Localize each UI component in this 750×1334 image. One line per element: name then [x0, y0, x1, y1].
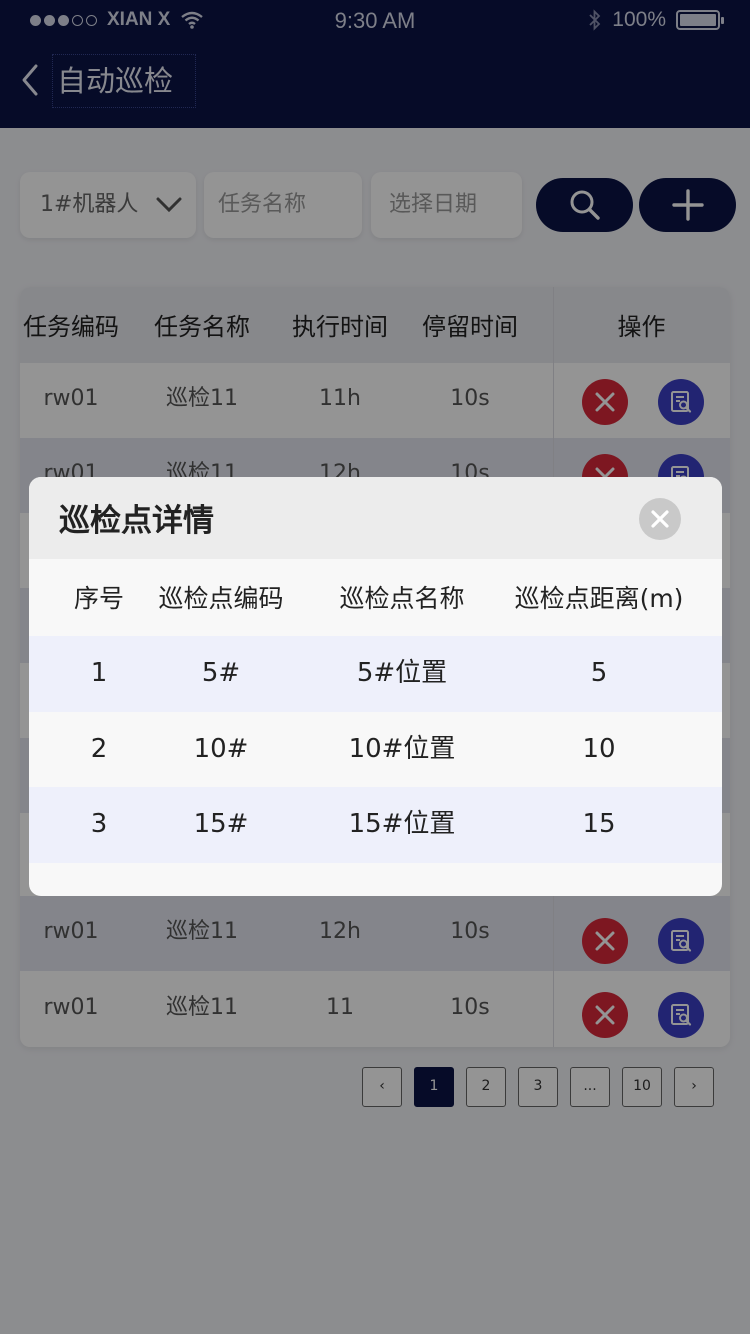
modal-close-button[interactable]: [639, 498, 681, 540]
close-icon: [651, 510, 669, 528]
table-row: 3 15# 15#位置 15: [29, 787, 722, 863]
table-row: 2 10# 10#位置 10: [29, 712, 722, 788]
cell-index: 2: [90, 734, 108, 764]
cell-checkpoint-name: 10#位置: [348, 734, 456, 764]
modal-table-header: 序号 巡检点编码 巡检点名称 巡检点距离(m): [29, 559, 722, 636]
cell-checkpoint-distance: 15: [582, 809, 616, 839]
header-checkpoint-distance: 巡检点距离(m): [514, 584, 684, 613]
table-row: 1 5# 5#位置 5: [29, 636, 722, 712]
header-checkpoint-name: 巡检点名称: [339, 584, 465, 613]
cell-checkpoint-code: 5#: [201, 658, 241, 688]
modal-header: 巡检点详情: [29, 477, 722, 559]
cell-checkpoint-distance: 5: [590, 658, 608, 688]
checkpoint-detail-modal: 巡检点详情 序号 巡检点编码 巡检点名称 巡检点距离(m) 1 5# 5#位置 …: [29, 477, 722, 896]
modal-title: 巡检点详情: [59, 503, 214, 539]
cell-checkpoint-name: 15#位置: [348, 809, 456, 839]
header-checkpoint-code: 巡检点编码: [158, 584, 284, 613]
cell-index: 3: [90, 809, 108, 839]
header-index: 序号: [73, 584, 124, 613]
cell-checkpoint-distance: 10: [582, 734, 616, 764]
cell-index: 1: [90, 658, 108, 688]
cell-checkpoint-code: 15#: [193, 809, 249, 839]
cell-checkpoint-code: 10#: [193, 734, 249, 764]
cell-checkpoint-name: 5#位置: [356, 658, 448, 688]
